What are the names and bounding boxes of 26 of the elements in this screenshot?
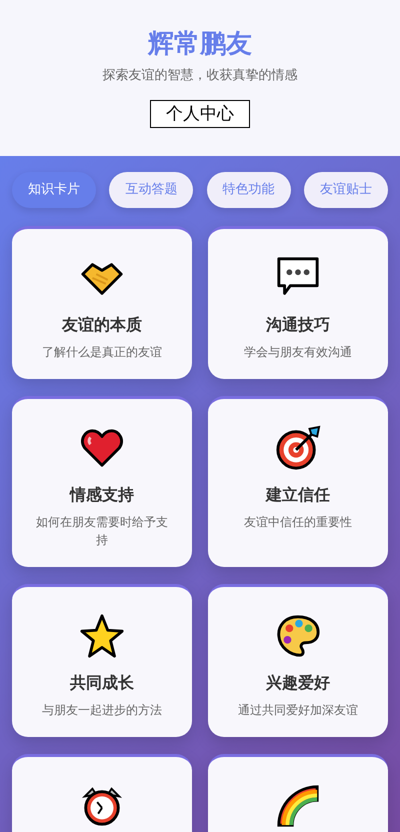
card-description: 通过共同爱好加深友谊: [237, 702, 359, 719]
card-title: 友谊的本质: [60, 314, 143, 336]
topic-card[interactable]: 友谊的本质 了解什么是真正的友谊: [12, 226, 192, 379]
palette-icon: [275, 613, 321, 659]
card-description: 了解什么是真正的友谊: [41, 344, 163, 361]
card-description: 与朋友一起进步的方法: [41, 702, 163, 719]
app-subtitle: 探索友谊的智慧，收获真挚的情感: [102, 67, 298, 85]
target-icon: [275, 425, 321, 471]
card-description: 学会与朋友有效沟通: [243, 344, 353, 361]
card-description: 如何在朋友需要时给予支持: [35, 514, 169, 549]
card-title: 沟通技巧: [265, 314, 331, 336]
rainbow-icon: [275, 783, 321, 829]
topic-card[interactable]: 共同成长 与朋友一起进步的方法: [12, 584, 192, 737]
card-title: 兴趣爱好: [265, 672, 331, 694]
card-title: 共同成长: [69, 672, 135, 694]
category-tab[interactable]: 知识卡片: [12, 172, 96, 208]
app-title: 辉常鹏友: [146, 28, 253, 61]
star-icon: [79, 613, 125, 659]
card-title: 情感支持: [68, 484, 135, 506]
card-title: 建立信任: [264, 484, 331, 506]
topic-card[interactable]: 沟通技巧 学会与朋友有效沟通: [208, 226, 388, 379]
card-description: 友谊中信任的重要性: [243, 514, 353, 531]
topic-card[interactable]: 情感支持 如何在朋友需要时给予支持: [12, 396, 192, 567]
topic-card[interactable]: 建立信任 友谊中信任的重要性: [208, 396, 388, 567]
profile-button[interactable]: 个人中心: [150, 100, 250, 128]
topic-card[interactable]: 兴趣爱好 通过共同爱好加深友谊: [208, 584, 388, 737]
